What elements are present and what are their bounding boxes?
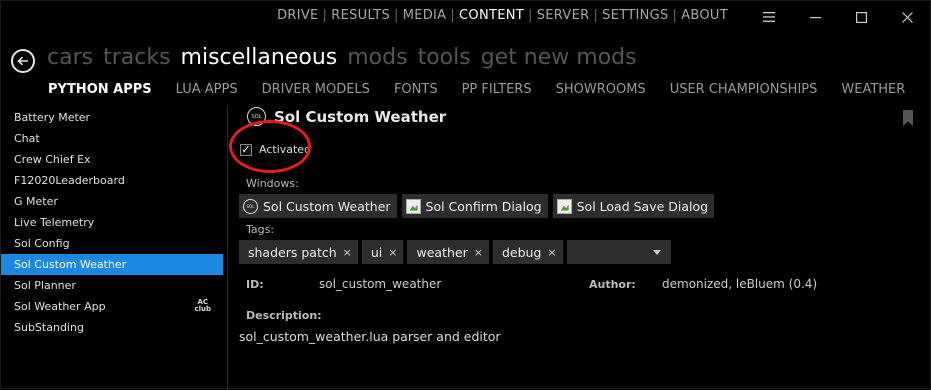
window-button-label: Sol Custom Weather bbox=[263, 198, 391, 214]
tag-label: shaders patch bbox=[248, 244, 337, 260]
windows-label: Windows: bbox=[246, 177, 299, 190]
id-value: sol_custom_weather bbox=[319, 277, 442, 291]
nav-separator: | bbox=[672, 8, 678, 23]
subtabs: PYTHON APPS LUA APPS DRIVER MODELS FONTS… bbox=[48, 82, 929, 97]
chevron-down-icon bbox=[652, 250, 661, 255]
nav-media[interactable]: MEDIA bbox=[403, 8, 447, 23]
category-navigation: cars tracks miscellaneous mods tools get… bbox=[47, 45, 647, 70]
list-item[interactable]: Battery Meter bbox=[1, 107, 223, 128]
sol-logo-icon: SOL bbox=[243, 198, 258, 214]
maximize-icon[interactable] bbox=[838, 1, 884, 33]
description-value: sol_custom_weather.lua parser and editor bbox=[239, 329, 501, 344]
tab-weather[interactable]: WEATHER bbox=[841, 82, 905, 97]
window-button-sol-custom-weather[interactable]: SOL Sol Custom Weather bbox=[239, 194, 397, 218]
list-item[interactable]: F12020Leaderboard bbox=[1, 170, 223, 191]
list-item[interactable]: Chat bbox=[1, 128, 223, 149]
remove-tag-icon[interactable]: × bbox=[388, 246, 397, 259]
tab-driver-models[interactable]: DRIVER MODELS bbox=[262, 82, 370, 97]
tab-fonts[interactable]: FONTS bbox=[394, 82, 438, 97]
remove-tag-icon[interactable]: × bbox=[343, 246, 352, 259]
window-button-label: Sol Confirm Dialog bbox=[425, 198, 542, 214]
app-title-row: SOL Sol Custom Weather bbox=[247, 107, 446, 126]
category-mods[interactable]: mods bbox=[347, 45, 407, 70]
author-value: demonized, leBluem (0.4) bbox=[662, 277, 818, 291]
nav-separator: | bbox=[322, 8, 328, 23]
checkbox-box[interactable]: ✓ bbox=[240, 143, 252, 156]
window-button-sol-confirm-dialog[interactable]: Sol Confirm Dialog bbox=[401, 194, 548, 218]
nav-separator: | bbox=[394, 8, 399, 23]
activated-checkbox[interactable]: ✓ Activated bbox=[240, 143, 311, 156]
author-label: Author: bbox=[589, 278, 636, 291]
check-icon: ✓ bbox=[241, 143, 251, 156]
nav-separator: | bbox=[528, 8, 533, 23]
tag-label: weather bbox=[416, 244, 468, 260]
add-tag-dropdown[interactable] bbox=[566, 240, 671, 264]
id-label: ID: bbox=[246, 278, 264, 291]
list-item[interactable]: SubStanding bbox=[1, 317, 223, 338]
bookmark-icon[interactable] bbox=[903, 110, 913, 126]
menu-icon[interactable] bbox=[746, 1, 792, 33]
list-item[interactable]: Sol Weather App AC club bbox=[1, 296, 223, 317]
broken-image-icon bbox=[405, 198, 421, 214]
tag-label: debug bbox=[501, 244, 542, 260]
category-cars[interactable]: cars bbox=[47, 45, 93, 70]
tag-chip: ui × bbox=[361, 240, 404, 264]
tag-chip: weather × bbox=[407, 240, 489, 264]
arrow-left-icon bbox=[17, 56, 28, 66]
category-get-new-mods[interactable]: get new mods bbox=[481, 45, 637, 70]
broken-image-icon bbox=[556, 198, 572, 214]
nav-results[interactable]: RESULTS bbox=[331, 8, 390, 23]
minimize-icon[interactable] bbox=[792, 1, 838, 33]
list-item[interactable]: G Meter bbox=[1, 191, 223, 212]
close-icon[interactable] bbox=[884, 1, 930, 33]
nav-content[interactable]: CONTENT bbox=[459, 8, 524, 23]
sol-logo-icon: SOL bbox=[247, 107, 266, 126]
nav-about[interactable]: ABOUT bbox=[681, 8, 728, 23]
window-controls bbox=[746, 1, 930, 33]
list-item[interactable]: Sol Planner bbox=[1, 275, 223, 296]
tab-lua-apps[interactable]: LUA APPS bbox=[176, 82, 238, 97]
tags-list: shaders patch × ui × weather × debug × bbox=[239, 240, 671, 264]
category-tracks[interactable]: tracks bbox=[103, 45, 170, 70]
tag-chip: shaders patch × bbox=[239, 240, 358, 264]
activated-label: Activated bbox=[259, 143, 312, 156]
window-button-label: Sol Load Save Dialog bbox=[576, 198, 709, 214]
tag-chip: debug × bbox=[492, 240, 563, 264]
tab-user-championships[interactable]: USER CHAMPIONSHIPS bbox=[670, 82, 818, 97]
description-label: Description: bbox=[246, 309, 322, 322]
list-item[interactable]: Crew Chief Ex bbox=[1, 149, 223, 170]
tags-label: Tags: bbox=[246, 223, 275, 236]
top-navigation: DRIVE | RESULTS | MEDIA | CONTENT | SERV… bbox=[277, 8, 728, 23]
content-manager-window: DRIVE | RESULTS | MEDIA | CONTENT | SERV… bbox=[0, 0, 931, 390]
ac-club-badge: AC club bbox=[194, 299, 211, 313]
tab-python-apps[interactable]: PYTHON APPS bbox=[48, 82, 152, 97]
remove-tag-icon[interactable]: × bbox=[474, 246, 483, 259]
list-item[interactable]: Sol Config bbox=[1, 233, 223, 254]
nav-drive[interactable]: DRIVE bbox=[277, 8, 318, 23]
panel-divider bbox=[227, 105, 228, 390]
window-button-sol-load-save-dialog[interactable]: Sol Load Save Dialog bbox=[552, 194, 715, 218]
badge-line: club bbox=[194, 305, 211, 313]
list-item-label: Sol Weather App bbox=[14, 300, 106, 313]
page-title: Sol Custom Weather bbox=[274, 107, 447, 126]
remove-tag-icon[interactable]: × bbox=[547, 246, 556, 259]
list-item-selected[interactable]: Sol Custom Weather bbox=[1, 254, 223, 275]
category-tools[interactable]: tools bbox=[418, 45, 471, 70]
category-miscellaneous[interactable]: miscellaneous bbox=[181, 45, 338, 70]
app-details: SOL Sol Custom Weather ✓ Activated Windo… bbox=[229, 105, 929, 390]
apps-list: Battery Meter Chat Crew Chief Ex F12020L… bbox=[1, 107, 223, 390]
list-item[interactable]: Live Telemetry bbox=[1, 212, 223, 233]
tag-label: ui bbox=[370, 244, 383, 260]
tab-pp-filters[interactable]: PP FILTERS bbox=[462, 82, 532, 97]
nav-separator: | bbox=[450, 8, 456, 23]
windows-list: SOL Sol Custom Weather Sol Confirm Dialo… bbox=[239, 194, 719, 218]
back-button[interactable] bbox=[11, 49, 35, 73]
nav-server[interactable]: SERVER bbox=[537, 8, 590, 23]
nav-settings[interactable]: SETTINGS bbox=[602, 8, 668, 23]
tab-showrooms[interactable]: SHOWROOMS bbox=[556, 82, 646, 97]
nav-separator: | bbox=[593, 8, 599, 23]
